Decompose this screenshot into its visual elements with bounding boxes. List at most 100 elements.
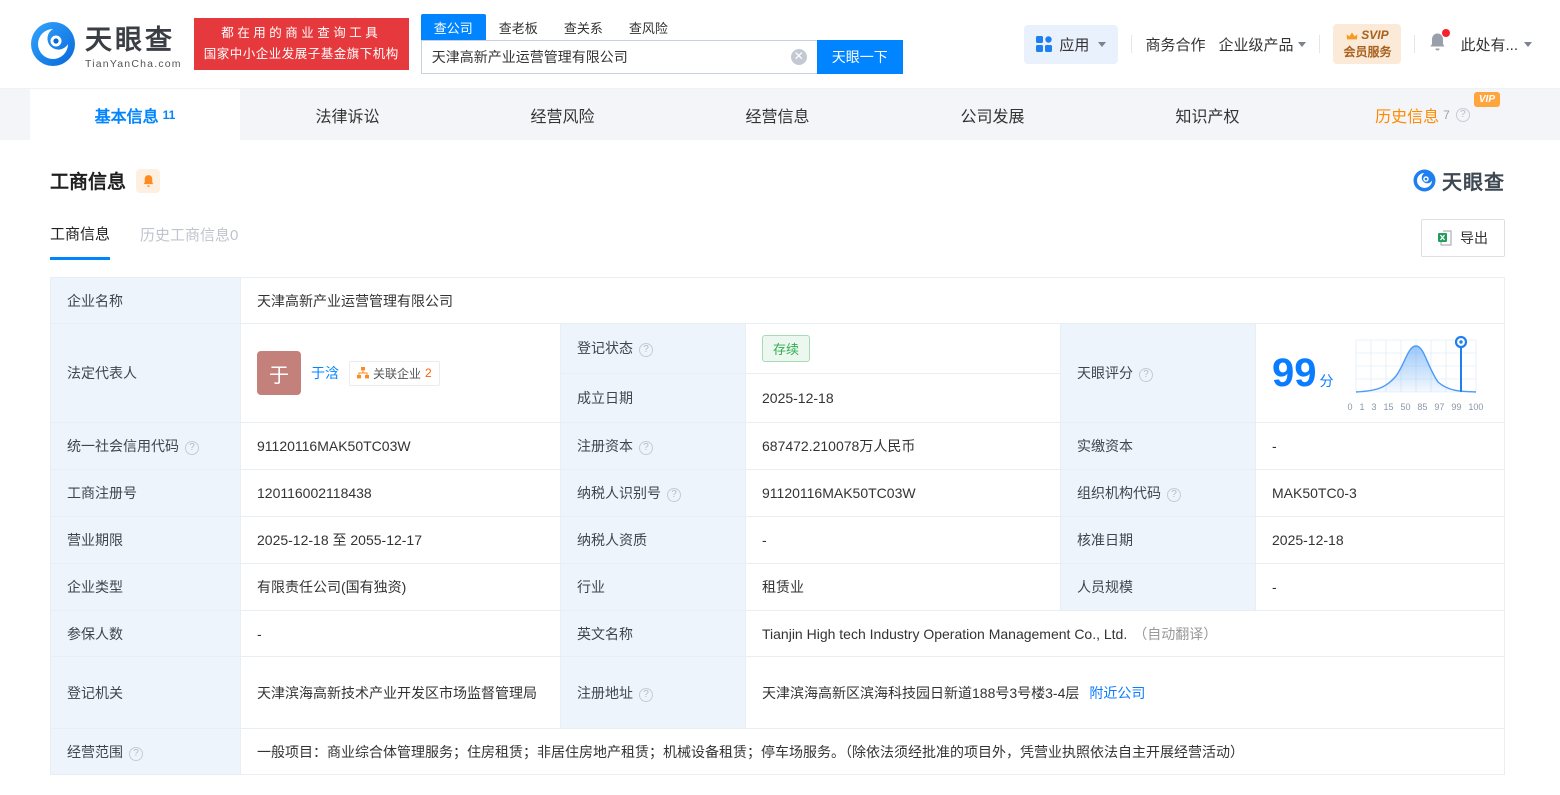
field-value-establish-date: 2025-12-18: [745, 372, 1061, 423]
score-number: 99: [1272, 351, 1317, 395]
promo-banner: 都在用的商业查询工具 国家中小企业发展子基金旗下机构: [193, 17, 409, 71]
promo-line2: 国家中小企业发展子基金旗下机构: [203, 47, 399, 61]
field-label-credit-code: 统一社会信用代码?: [50, 422, 241, 470]
main-content: 工商信息 天眼查 工商信息 历史工商信息0 导出 企业名称 天津高新产业运营管理…: [0, 140, 1560, 795]
field-label-legal-rep: 法定代表人: [50, 323, 241, 423]
help-icon[interactable]: ?: [1455, 107, 1470, 122]
help-icon[interactable]: ?: [639, 441, 653, 455]
chevron-down-icon: [1524, 41, 1532, 47]
field-value-score: 99 分 0 1 3 15 50 85 97 99 100: [1255, 323, 1505, 423]
nav-business-cooperation[interactable]: 商务合作: [1145, 34, 1205, 55]
search-tab-relation[interactable]: 查关系: [551, 14, 616, 40]
tab-label: 公司发展: [960, 108, 1025, 126]
auto-translate-note: （自动翻译）: [1133, 625, 1218, 642]
field-value-insured-count: -: [240, 610, 561, 657]
export-button[interactable]: 导出: [1421, 219, 1505, 257]
table-row: 参保人数 - 英文名称 Tianjin High tech Industry O…: [50, 610, 1505, 657]
chevron-down-icon: [1298, 41, 1307, 47]
field-label-reg-authority: 登记机关: [50, 656, 241, 729]
field-value-reg-address: 天津滨海高新区滨海科技园日新道188号3号楼3-4层 附近公司: [745, 656, 1505, 729]
monitor-bell-icon[interactable]: [136, 168, 161, 193]
search-button[interactable]: 天眼一下: [816, 40, 903, 74]
field-value-reg-capital: 687472.210078万人民币: [745, 422, 1061, 470]
logo-en-text: TianYanCha.com: [85, 58, 182, 70]
field-value-reg-status: 存续: [745, 323, 1061, 374]
tab-history-info[interactable]: VIP 历史信息 7 ?: [1315, 89, 1530, 140]
search-input[interactable]: [431, 49, 791, 65]
chevron-down-icon: [1098, 41, 1107, 47]
export-label: 导出: [1460, 230, 1488, 246]
field-value-reg-number: 120116002118438: [240, 469, 561, 517]
tab-legal-lawsuits[interactable]: 法律诉讼: [240, 89, 455, 140]
field-label-org-code: 组织机构代码?: [1060, 469, 1256, 517]
field-label-english-name: 英文名称: [560, 610, 746, 657]
field-label-approval-date: 核准日期: [1060, 516, 1256, 564]
field-label-insured-count: 参保人数: [50, 610, 241, 657]
field-value-credit-code: 91120116MAK50TC03W: [240, 422, 561, 470]
field-label-staff-size: 人员规模: [1060, 563, 1256, 611]
search-tab-company[interactable]: 查公司: [420, 14, 486, 40]
field-value-org-code: MAK50TC0-3: [1255, 469, 1505, 517]
status-badge: 存续: [762, 334, 811, 362]
field-label-business-term: 营业期限: [50, 516, 241, 564]
table-row: 经营范围? 一般项目：商业综合体管理服务；住房租赁；非居住房地产租赁；机械设备租…: [50, 728, 1505, 775]
search-area: 查公司 查老板 查关系 查风险 ✕ 天眼一下: [420, 14, 903, 74]
help-icon[interactable]: ?: [1167, 488, 1181, 502]
help-icon[interactable]: ?: [1139, 368, 1153, 382]
score-value: 99 分: [1272, 353, 1334, 393]
tab-intellectual-property[interactable]: 知识产权: [1100, 89, 1315, 140]
tab-business-risk[interactable]: 经营风险: [455, 89, 670, 140]
clear-search-icon[interactable]: ✕: [790, 49, 807, 65]
nav-enterprise-products[interactable]: 企业级产品: [1218, 34, 1307, 55]
nav-enterprise-label: 企业级产品: [1218, 36, 1294, 54]
svip-label: SVIP: [1361, 28, 1389, 43]
tab-label: 经营信息: [745, 108, 810, 126]
avatar[interactable]: 于: [257, 351, 301, 395]
field-label-reg-number: 工商注册号: [50, 469, 241, 517]
svip-member-badge[interactable]: SVIP 会员服务: [1333, 24, 1402, 64]
subtab-history-registration[interactable]: 历史工商信息0: [140, 224, 238, 258]
divider: [1414, 35, 1416, 53]
help-icon[interactable]: ?: [185, 441, 199, 455]
tab-label: 经营风险: [530, 108, 595, 126]
table-row: 企业类型 有限责任公司(国有独资) 行业 租赁业 人员规模 -: [50, 563, 1505, 611]
related-companies-badge[interactable]: 关联企业 2: [349, 360, 440, 386]
tab-label: 法律诉讼: [315, 108, 380, 126]
field-label-business-scope: 经营范围?: [50, 728, 241, 775]
notification-bell-icon[interactable]: [1428, 29, 1451, 56]
tab-business-info[interactable]: 经营信息: [670, 89, 885, 140]
subtab-business-registration[interactable]: 工商信息: [50, 223, 111, 260]
tianyancha-logo[interactable]: 天眼查 TianYanCha.com: [30, 18, 182, 70]
user-menu[interactable]: 此处有...: [1460, 34, 1532, 55]
legal-rep-link[interactable]: 于浛: [311, 363, 339, 383]
score-axis: 0 1 3 15 50 85 97 99 100: [1347, 402, 1484, 412]
tab-label: 历史信息: [1375, 108, 1440, 126]
org-chart-icon: [357, 367, 369, 379]
field-value-company-name: 天津高新产业运营管理有限公司: [240, 277, 1505, 324]
nearby-companies-link[interactable]: 附近公司: [1089, 685, 1145, 701]
help-icon[interactable]: ?: [129, 746, 143, 761]
help-icon[interactable]: ?: [639, 343, 653, 358]
table-row: 登记机关 天津滨海高新技术产业开发区市场监督管理局 注册地址? 天津滨海高新区滨…: [50, 656, 1505, 729]
tab-count: 11: [162, 107, 176, 122]
table-row: 工商注册号 120116002118438 纳税人识别号? 91120116MA…: [50, 469, 1505, 517]
field-value-english-name: Tianjin High tech Industry Operation Man…: [745, 610, 1505, 657]
help-icon[interactable]: ?: [639, 687, 653, 702]
field-label-establish-date: 成立日期: [560, 372, 746, 423]
help-icon[interactable]: ?: [667, 488, 681, 502]
table-row: 企业名称 天津高新产业运营管理有限公司: [50, 277, 1505, 324]
tab-company-development[interactable]: 公司发展: [885, 89, 1100, 140]
field-value-industry: 租赁业: [745, 563, 1061, 611]
field-label-company-type: 企业类型: [50, 563, 241, 611]
search-tab-risk[interactable]: 查风险: [616, 14, 681, 40]
search-tab-boss[interactable]: 查老板: [486, 14, 551, 40]
svip-sublabel: 会员服务: [1343, 45, 1392, 59]
apps-menu[interactable]: 应用: [1024, 24, 1119, 64]
tianyancha-logo-icon: [31, 22, 75, 66]
tab-count: 7: [1443, 107, 1450, 122]
watermark-logo: 天眼查: [1413, 166, 1505, 195]
tab-basic-info[interactable]: 基本信息 11: [30, 89, 240, 140]
field-value-taxpayer-id: 91120116MAK50TC03W: [745, 469, 1061, 517]
field-label-taxpayer-quality: 纳税人资质: [560, 516, 746, 564]
apps-label: 应用: [1059, 36, 1090, 54]
